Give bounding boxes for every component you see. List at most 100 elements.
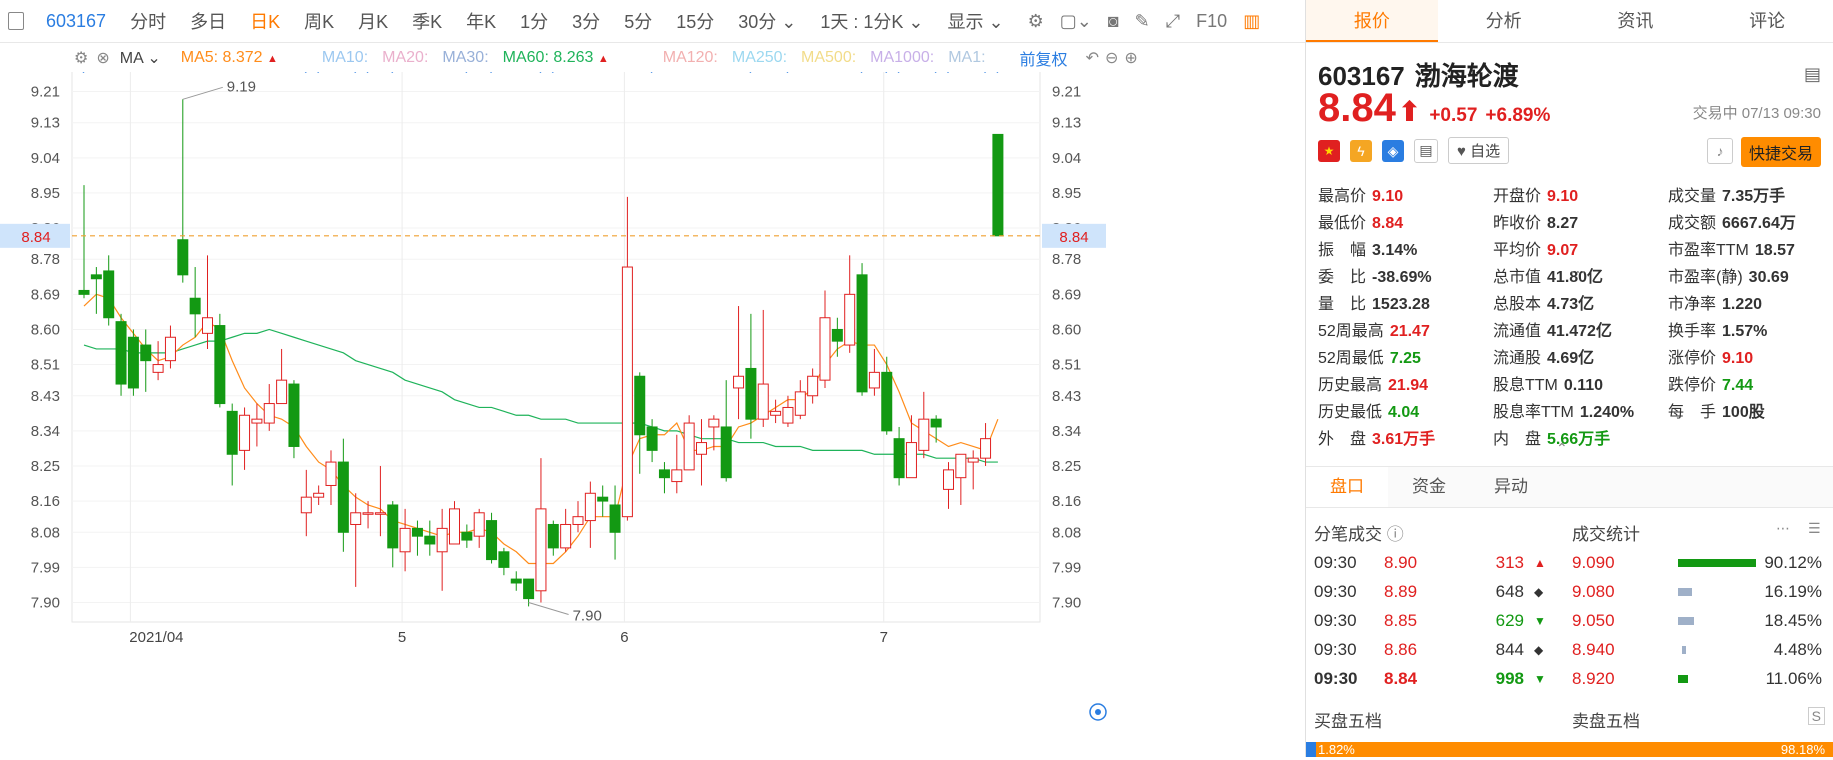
camera-icon[interactable]: ◙	[1108, 11, 1119, 32]
stock-code[interactable]: 603167	[34, 11, 118, 32]
deal-bar	[1677, 587, 1765, 596]
ma20-label[interactable]: MA20:	[382, 49, 428, 67]
stat-value: 8.84	[1372, 214, 1404, 232]
ma500-label[interactable]: MA500:	[801, 49, 856, 67]
list-icon[interactable]: ☰	[1808, 520, 1821, 537]
candle-body	[115, 321, 127, 385]
add-watchlist-button[interactable]: ♥ 自选	[1448, 137, 1510, 164]
y-tick-label-left: 8.43	[31, 388, 60, 405]
ma120-label[interactable]: MA120:	[663, 49, 718, 67]
gear-icon[interactable]: ⚙	[74, 48, 88, 68]
undo-icon[interactable]: ↶	[1086, 48, 1099, 68]
zoom-out-icon[interactable]: ⊖	[1105, 48, 1118, 68]
panel-toggle-icon[interactable]: ▥	[1243, 11, 1260, 32]
candle-body	[152, 364, 164, 373]
stat-value: 7.25	[1389, 349, 1421, 367]
s-icon[interactable]: S	[1807, 707, 1825, 725]
ma1-label[interactable]: MA1:	[948, 49, 985, 67]
y-tick-label-right: 8.34	[1052, 423, 1081, 440]
stat-cell: 52周最低 7.25	[1318, 344, 1493, 368]
f10-button[interactable]: F10	[1196, 11, 1227, 32]
deal-stat-row: 9.080 16.19%	[1572, 577, 1822, 606]
tick-price: 8.85	[1384, 610, 1418, 630]
kline-svg[interactable]: 9.219.219.139.139.049.048.958.958.868.86…	[0, 65, 1305, 757]
stat-cell: 52周最高 21.47	[1318, 317, 1493, 341]
sub-tab[interactable]: 资金	[1388, 467, 1470, 507]
zoom-in-icon[interactable]: ⊕	[1124, 48, 1137, 68]
y-tick-label-left: 8.08	[31, 524, 60, 541]
period-tab[interactable]: 年K	[454, 8, 508, 34]
display-menu[interactable]: 显示 ⌄	[935, 8, 1015, 34]
period-tab[interactable]: 分时	[118, 8, 178, 34]
candle-body	[782, 406, 794, 424]
y-tick-label-right: 7.99	[1052, 559, 1081, 576]
deal-pct: 4.48%	[1773, 639, 1822, 659]
candle-body	[683, 422, 695, 471]
ma1000-label[interactable]: MA1000:	[870, 49, 934, 67]
period-tab[interactable]: 季K	[400, 8, 454, 34]
candle-body	[473, 512, 485, 537]
stat-cell: 最高价 9.10	[1318, 182, 1493, 206]
period-tab[interactable]: 月K	[346, 8, 400, 34]
ma-legend-bar: ⚙ ⊗ MA ⌄ MA5: 8.372 ▲ MA10: MA20: MA30: …	[0, 44, 1305, 72]
help-icon[interactable]: ⓘ	[1387, 525, 1404, 544]
sub-tab[interactable]: 盘口	[1306, 467, 1388, 507]
gear-icon[interactable]: ⚙	[1028, 11, 1044, 32]
quote-tab[interactable]: 报价	[1306, 0, 1438, 42]
period-tab[interactable]: 15分	[664, 8, 726, 34]
sidebar-toggle-icon[interactable]	[8, 12, 24, 30]
period-tab[interactable]: 3分	[560, 8, 612, 34]
note-icon[interactable]: ▤	[1414, 138, 1438, 163]
more-icon[interactable]: ⋯	[1776, 520, 1790, 537]
tag-icons: ★ ϟ ◈ ▤ ♥ 自选	[1318, 137, 1510, 164]
deal-bar-fill	[1677, 616, 1694, 625]
up-arrow-icon: ⬆	[1397, 96, 1422, 127]
y-tick-label-right: 8.25	[1052, 458, 1081, 475]
candle-body	[757, 383, 769, 420]
pen-icon[interactable]: ✎	[1135, 11, 1150, 32]
quote-tab[interactable]: 评论	[1701, 0, 1833, 42]
ma30-label[interactable]: MA30:	[442, 49, 488, 67]
quick-trade-button[interactable]: 快捷交易	[1740, 137, 1821, 167]
ma5-label[interactable]: MA5: 8.372 ▲	[181, 49, 278, 67]
panel-icon[interactable]: ▤	[1804, 64, 1821, 85]
ma250-label[interactable]: MA250:	[732, 49, 787, 67]
lightning-icon[interactable]: ϟ	[1350, 139, 1372, 162]
close-icon[interactable]: ⊗	[96, 48, 109, 68]
fullscreen-icon[interactable]: ⤢	[1166, 11, 1180, 32]
event-marker-icon	[944, 65, 952, 74]
period-tab[interactable]: 1分	[508, 8, 560, 34]
candle-body	[90, 274, 102, 280]
ma-type-select[interactable]: MA ⌄	[120, 48, 161, 68]
sub-tab[interactable]: 异动	[1470, 467, 1552, 507]
collapse-icon[interactable]: ⌃	[1556, 440, 1568, 457]
ma60-label[interactable]: MA60: 8.263 ▲	[503, 49, 609, 67]
china-flag-icon[interactable]: ★	[1318, 139, 1340, 162]
sell5-title: 卖盘五档	[1572, 712, 1640, 731]
stat-value: 30.69	[1748, 268, 1789, 286]
bell-icon[interactable]: ♪	[1707, 138, 1733, 164]
stat-label: 平均价	[1493, 241, 1542, 259]
stat-row: 振 幅 3.14% 平均价 9.07 市盈率TTM 18.57	[1318, 234, 1823, 261]
period-tab[interactable]: 30分 ⌄	[726, 8, 808, 34]
period-tab[interactable]: 多日	[178, 8, 238, 34]
period-select[interactable]: 1天 : 1分K ⌄	[808, 8, 935, 34]
y-tick-label-left: 8.34	[31, 423, 60, 440]
tag-icon[interactable]: ◈	[1382, 139, 1404, 162]
ma10-label[interactable]: MA10:	[322, 49, 368, 67]
square-icon[interactable]: ▢⌄	[1060, 11, 1092, 32]
period-tab[interactable]: 5分	[612, 8, 664, 34]
ticks-title: 分笔成交 ⓘ	[1314, 525, 1404, 544]
candle-body	[671, 469, 683, 483]
event-marker-icon	[895, 65, 903, 74]
period-tab[interactable]: 日K	[238, 8, 292, 34]
quote-tab[interactable]: 分析	[1438, 0, 1570, 42]
candle-body	[325, 461, 337, 486]
period-tab[interactable]: 周K	[292, 8, 346, 34]
quote-tab[interactable]: 资讯	[1570, 0, 1702, 42]
more-icon[interactable]: ⋯	[1570, 262, 1586, 282]
tick-time: 09:30	[1314, 552, 1357, 572]
adjust-button[interactable]: 前复权	[1020, 46, 1068, 70]
stat-value: 1523.28	[1372, 295, 1430, 313]
kline-chart[interactable]: 9.219.219.139.139.049.048.958.958.868.86…	[0, 65, 1305, 757]
